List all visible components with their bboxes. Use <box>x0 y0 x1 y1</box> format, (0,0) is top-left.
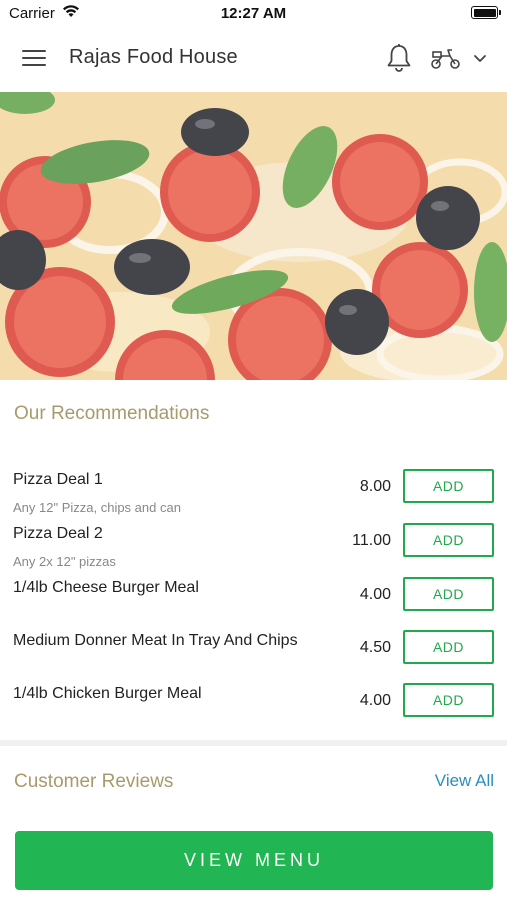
clock: 12:27 AM <box>220 5 287 22</box>
list-item: 1/4lb Chicken Burger Meal 4.00 ADD <box>0 682 507 734</box>
item-name: 1/4lb Cheese Burger Meal <box>13 579 199 596</box>
scooter-icon[interactable] <box>430 46 462 70</box>
item-price: 4.00 <box>359 692 391 709</box>
bell-icon[interactable] <box>385 43 413 73</box>
app-header: Rajas Food House <box>0 26 507 92</box>
add-button[interactable]: ADD <box>403 630 494 664</box>
section-divider <box>0 740 507 746</box>
item-description: Any 2x 12" pizzas <box>13 554 116 569</box>
item-description: Any 12" Pizza, chips and can <box>13 500 181 515</box>
item-price: 4.00 <box>359 586 391 603</box>
item-price: 4.50 <box>359 639 391 656</box>
item-name: 1/4lb Chicken Burger Meal <box>13 685 202 702</box>
list-item: Pizza Deal 1 Any 12" Pizza, chips and ca… <box>0 468 507 520</box>
battery-icon <box>471 6 501 19</box>
add-button[interactable]: ADD <box>403 577 494 611</box>
hero-pizza-image <box>0 92 507 380</box>
item-price: 11.00 <box>352 532 391 549</box>
reviews-title: Customer Reviews <box>14 771 174 792</box>
list-item: 1/4lb Cheese Burger Meal 4.00 ADD <box>0 576 507 628</box>
view-all-link[interactable]: View All <box>435 771 494 791</box>
view-menu-button[interactable]: VIEW MENU <box>15 831 493 890</box>
menu-icon[interactable] <box>22 48 48 68</box>
pizza-illustration <box>0 92 507 380</box>
item-name: Medium Donner Meat In Tray And Chips <box>13 632 298 649</box>
status-bar: Carrier 12:27 AM <box>0 0 507 26</box>
recommendations-title: Our Recommendations <box>14 403 210 424</box>
item-name: Pizza Deal 1 <box>13 471 103 488</box>
item-name: Pizza Deal 2 <box>13 525 103 542</box>
add-button[interactable]: ADD <box>403 523 494 557</box>
add-button[interactable]: ADD <box>403 683 494 717</box>
chevron-down-icon[interactable] <box>472 52 488 66</box>
add-button[interactable]: ADD <box>403 469 494 503</box>
list-item: Pizza Deal 2 Any 2x 12" pizzas 11.00 ADD <box>0 522 507 574</box>
page-title: Rajas Food House <box>69 46 238 68</box>
list-item: Medium Donner Meat In Tray And Chips 4.5… <box>0 629 507 681</box>
item-price: 8.00 <box>359 478 391 495</box>
